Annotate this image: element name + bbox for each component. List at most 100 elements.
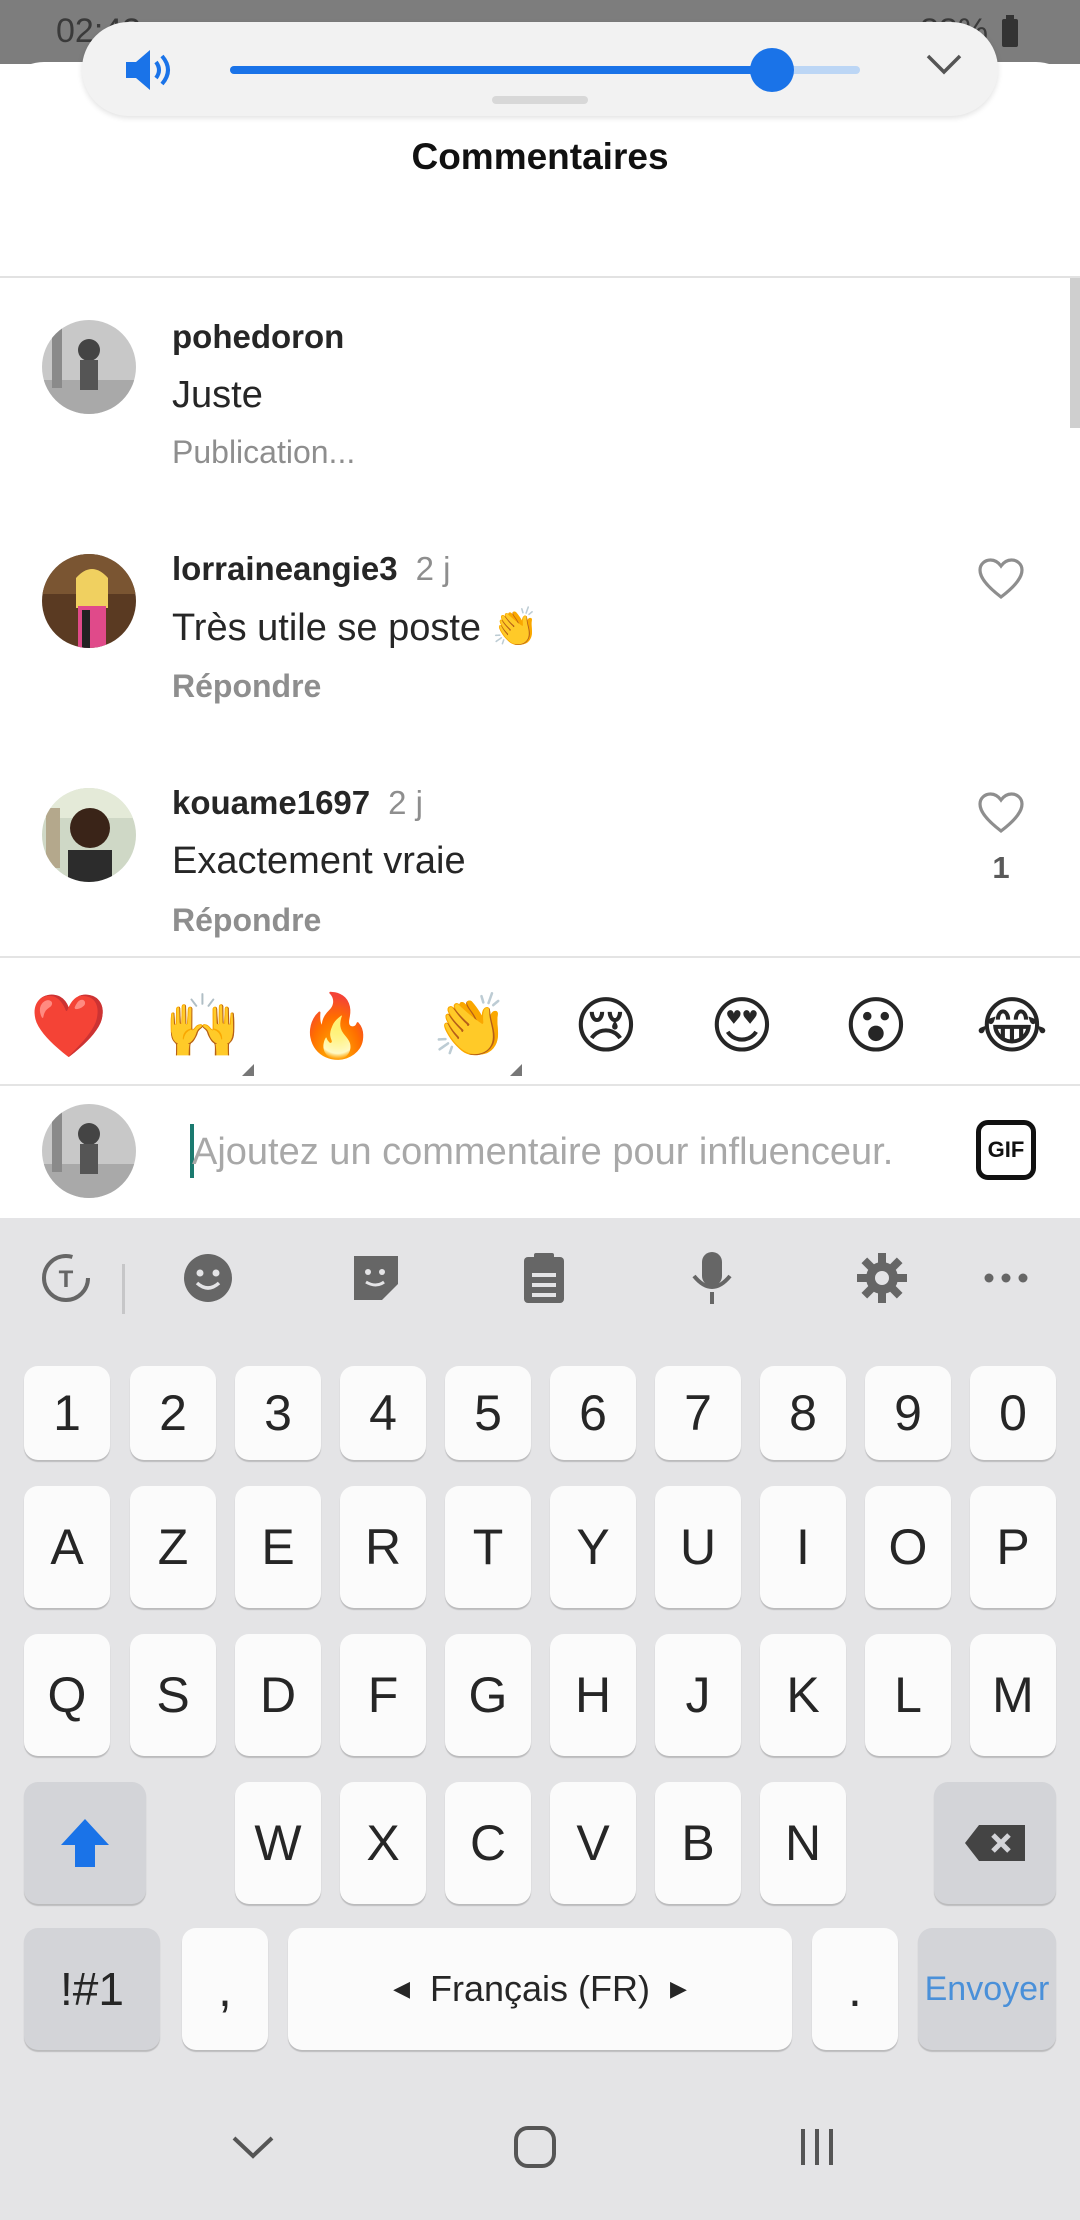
sticker-icon[interactable] [346, 1248, 406, 1308]
symbols-key[interactable]: !#1 [24, 1928, 160, 2050]
key-4[interactable]: 4 [340, 1366, 426, 1460]
navigation-bar [0, 2072, 1080, 2220]
key-i[interactable]: I [760, 1486, 846, 1608]
comment-item: kouame1697 2 j Exactement vraie Répondre … [0, 746, 1080, 956]
key-w[interactable]: W [235, 1782, 321, 1904]
key-5[interactable]: 5 [445, 1366, 531, 1460]
key-x[interactable]: X [340, 1782, 426, 1904]
key-d[interactable]: D [235, 1634, 321, 1756]
reply-button[interactable]: Répondre [172, 902, 321, 939]
reaction-surprised[interactable]: 😮 [838, 988, 914, 1064]
key-v[interactable]: V [550, 1782, 636, 1904]
caret-left-icon: ◀ [393, 1976, 410, 2001]
comment-text: Très utile se poste 👏 [172, 607, 539, 649]
key-b[interactable]: B [655, 1782, 741, 1904]
send-key[interactable]: Envoyer [918, 1928, 1056, 2050]
avatar[interactable] [42, 554, 136, 648]
key-t[interactable]: T [445, 1486, 531, 1608]
key-p[interactable]: P [970, 1486, 1056, 1608]
key-u[interactable]: U [655, 1486, 741, 1608]
key-1[interactable]: 1 [24, 1366, 110, 1460]
avatar[interactable] [42, 788, 136, 882]
nav-home-icon[interactable] [500, 2112, 570, 2182]
shift-arrow-icon [61, 1819, 109, 1867]
key-y[interactable]: Y [550, 1486, 636, 1608]
quick-reactions-bar: ❤️ 🙌 🔥 👏 😢 😍 😮 😂 [0, 956, 1080, 1086]
reaction-crying[interactable]: 😢 [568, 988, 644, 1064]
keyboard: T 1 2 3 4 5 6 7 8 9 0 A Z E R T Y U I O [0, 1218, 1080, 2072]
svg-text:T: T [59, 1266, 74, 1293]
microphone-icon[interactable] [682, 1248, 742, 1308]
key-c[interactable]: C [445, 1782, 531, 1904]
like-count: 1 [992, 850, 1010, 885]
key-z[interactable]: Z [130, 1486, 216, 1608]
reaction-raising-hands[interactable]: 🙌 [164, 988, 254, 1076]
key-o[interactable]: O [865, 1486, 951, 1608]
keyboard-toolbar: T [0, 1218, 1080, 1338]
nav-back-icon[interactable] [218, 2112, 288, 2182]
heart-icon[interactable] [978, 792, 1024, 834]
key-l[interactable]: L [865, 1634, 951, 1756]
key-a[interactable]: A [24, 1486, 110, 1608]
period-key[interactable]: . [812, 1928, 898, 2050]
key-f[interactable]: F [340, 1634, 426, 1756]
drag-handle[interactable] [492, 96, 588, 104]
reaction-clap[interactable]: 👏 [432, 988, 522, 1076]
emoji-icon[interactable] [178, 1248, 238, 1308]
key-8[interactable]: 8 [760, 1366, 846, 1460]
key-9[interactable]: 9 [865, 1366, 951, 1460]
comma-key[interactable]: , [182, 1928, 268, 2050]
clipboard-icon[interactable] [514, 1248, 574, 1308]
avatar[interactable] [42, 320, 136, 414]
key-0[interactable]: 0 [970, 1366, 1056, 1460]
gear-icon[interactable] [852, 1248, 912, 1308]
volume-fill [230, 66, 772, 74]
volume-panel [82, 22, 998, 116]
comment-composer: GIF [0, 1086, 1080, 1216]
comment-input[interactable] [192, 1124, 952, 1180]
battery-icon [1002, 14, 1018, 47]
key-s[interactable]: S [130, 1634, 216, 1756]
backspace-icon [965, 1825, 1025, 1861]
reaction-heart-eyes[interactable]: 😍 [704, 988, 780, 1064]
key-r[interactable]: R [340, 1486, 426, 1608]
chevron-down-icon[interactable] [924, 50, 964, 83]
volume-thumb[interactable] [749, 48, 794, 92]
space-bar[interactable]: ◀ Français (FR) ▶ [288, 1928, 792, 2050]
shift-key[interactable] [24, 1782, 146, 1904]
comment-text: Exactement vraie [172, 840, 466, 882]
key-g[interactable]: G [445, 1634, 531, 1756]
comment-time: 2 j [388, 784, 423, 821]
volume-slider[interactable] [230, 48, 860, 92]
key-j[interactable]: J [655, 1634, 741, 1756]
translate-icon[interactable]: T [36, 1248, 96, 1308]
reaction-fire[interactable]: 🔥 [298, 988, 375, 1064]
key-2[interactable]: 2 [130, 1366, 216, 1460]
space-language-label: Français (FR) [429, 1968, 650, 2009]
more-icon[interactable] [976, 1248, 1036, 1308]
comment-username[interactable]: lorraineangie3 [172, 550, 398, 587]
sheet-title: Commentaires [411, 136, 669, 177]
reply-button[interactable]: Répondre [172, 668, 321, 705]
key-h[interactable]: H [550, 1634, 636, 1756]
key-e[interactable]: E [235, 1486, 321, 1608]
key-q[interactable]: Q [24, 1634, 110, 1756]
nav-recents-icon[interactable] [782, 2112, 852, 2182]
key-3[interactable]: 3 [235, 1366, 321, 1460]
gif-button[interactable]: GIF [976, 1120, 1036, 1180]
heart-icon[interactable] [978, 558, 1024, 600]
reaction-laughing[interactable]: 😂 [974, 988, 1050, 1064]
key-6[interactable]: 6 [550, 1366, 636, 1460]
key-m[interactable]: M [970, 1634, 1056, 1756]
reaction-heart[interactable]: ❤️ [30, 988, 107, 1064]
key-7[interactable]: 7 [655, 1366, 741, 1460]
comment-time: 2 j [415, 550, 451, 587]
key-n[interactable]: N [760, 1782, 846, 1904]
comment-username[interactable]: pohedoron [172, 318, 344, 356]
comment-header: kouame1697 2 j [172, 784, 423, 822]
speaker-icon[interactable] [122, 46, 178, 99]
key-k[interactable]: K [760, 1634, 846, 1756]
comment-username[interactable]: kouame1697 [172, 784, 370, 821]
comment-status: Publication... [172, 434, 356, 470]
backspace-key[interactable] [934, 1782, 1056, 1904]
